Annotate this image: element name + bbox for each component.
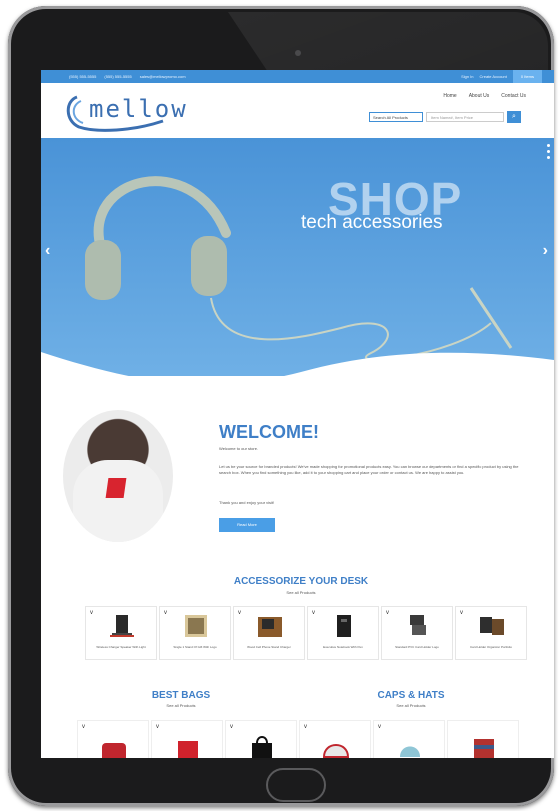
product-card[interactable]: v [151, 720, 223, 758]
red-duffel-image [102, 743, 126, 758]
bags-section-title: BEST BAGS [151, 690, 211, 701]
portfolio-image [480, 617, 504, 635]
product-card[interactable]: v [373, 720, 445, 758]
desk-see-all-link[interactable]: See all Products [181, 590, 421, 595]
chevron-down-icon: v [90, 610, 93, 616]
red-bag-image [178, 741, 198, 758]
bags-see-all-link[interactable]: See all Products [111, 703, 251, 708]
search-input[interactable]: Item Name#, Item Price [426, 112, 504, 122]
product-card[interactable]: v Wood Cell Phone Stand Charger [233, 606, 305, 660]
product-name: Single 1 Stand Of Gift With Logo [173, 645, 217, 649]
logo-text: mellow [89, 95, 188, 123]
home-button[interactable] [266, 768, 326, 802]
caps-see-all-link[interactable]: See all Products [341, 703, 481, 708]
welcome-intro: Welcome to our store. [219, 446, 259, 451]
tablet-device: (555) 555-5555 (555) 555-5555 sales@mell… [8, 6, 554, 806]
mellow-logo[interactable]: mellow [63, 91, 186, 133]
slider-prev-icon[interactable]: ‹ [45, 242, 50, 260]
chevron-down-icon: v [82, 724, 85, 730]
product-card[interactable]: v [299, 720, 371, 758]
read-more-button[interactable]: Read More [219, 518, 275, 532]
search-bar: Search All Products Item Name#, Item Pri… [369, 111, 521, 123]
chevron-down-icon: v [386, 610, 389, 616]
bags-caps-products: v v v v v [77, 720, 519, 758]
chevron-down-icon: v [378, 724, 381, 730]
slider-next-icon[interactable]: › [543, 242, 548, 260]
top-bar: (555) 555-5555 (555) 555-5555 sales@mell… [41, 70, 554, 83]
search-button[interactable]: ⌕ [507, 111, 521, 123]
product-card[interactable]: v Single 1 Stand Of Gift With Logo [159, 606, 231, 660]
chevron-down-icon: v [164, 610, 167, 616]
wood-box-image [258, 617, 282, 637]
nav-home[interactable]: Home [443, 93, 456, 99]
sign-in-link[interactable]: Sign In [461, 74, 473, 79]
slider-dot[interactable] [547, 144, 550, 147]
desk-section-title: ACCESSORIZE YOUR DESK [233, 576, 369, 587]
site-header: mellow Home About Us Contact Us Search A… [41, 83, 554, 138]
phone-stand-image [110, 615, 134, 637]
patterned-hat-image [474, 739, 494, 758]
create-account-link[interactable]: Create Account [480, 74, 507, 79]
hero-banner[interactable]: SHOP tech accessories ‹ › [41, 138, 554, 376]
chevron-down-icon: v [312, 610, 315, 616]
welcome-thanks: Thank you and enjoy your visit! [219, 500, 275, 505]
chevron-down-icon: v [230, 724, 233, 730]
product-card[interactable]: v Executive Notebook With Pen [307, 606, 379, 660]
photo-frame-image [185, 615, 207, 637]
product-name: Wood Cell Phone Stand Charger [247, 645, 291, 649]
product-card[interactable] [447, 720, 519, 758]
product-name: Card Holder Organizer Portfolio [469, 645, 513, 649]
product-name: Wireless Charger Speaker With Light [96, 645, 146, 649]
slider-dot[interactable] [547, 150, 550, 153]
cart-button[interactable]: 0 Items [512, 70, 542, 83]
hero-subtitle: tech accessories [301, 212, 443, 233]
bucket-hat-image [400, 746, 420, 757]
product-name: Standard PVC Card Holder Logo [395, 645, 439, 649]
chevron-down-icon: v [460, 610, 463, 616]
cap-image [322, 744, 350, 758]
chevron-down-icon: v [156, 724, 159, 730]
card-holder-image [410, 615, 426, 635]
shirt-logo [105, 478, 127, 498]
search-category-select[interactable]: Search All Products [369, 112, 423, 122]
black-tote-image [252, 736, 272, 758]
camera-icon [295, 50, 301, 56]
main-nav: Home About Us Contact Us [443, 93, 526, 99]
notebook-image [337, 615, 351, 637]
caps-section-title: CAPS & HATS [377, 690, 445, 701]
search-icon: ⌕ [512, 113, 516, 120]
fax-text: (555) 555-5555 [104, 74, 132, 79]
slider-dot[interactable] [547, 156, 550, 159]
product-card[interactable]: v Standard PVC Card Holder Logo [381, 606, 453, 660]
product-card[interactable]: v Wireless Charger Speaker With Light [85, 606, 157, 660]
product-name: Executive Notebook With Pen [323, 645, 363, 649]
hero-wave [41, 352, 554, 376]
nav-about[interactable]: About Us [469, 93, 490, 99]
slider-dots [547, 144, 550, 159]
chevron-down-icon: v [304, 724, 307, 730]
welcome-title: WELCOME! [219, 422, 319, 442]
desk-products: v Wireless Charger Speaker With Light v … [85, 606, 527, 660]
welcome-body: Let us be your source for branded produc… [219, 464, 519, 475]
nav-contact[interactable]: Contact Us [501, 93, 526, 99]
phone-text: (555) 555-5555 [69, 74, 97, 79]
email-link[interactable]: sales@mellowpromo.com [140, 74, 186, 79]
tshirt-image [73, 460, 163, 542]
website-screen: (555) 555-5555 (555) 555-5555 sales@mell… [41, 70, 554, 758]
product-card[interactable]: v [77, 720, 149, 758]
product-card[interactable]: v [225, 720, 297, 758]
product-card[interactable]: v Card Holder Organizer Portfolio [455, 606, 527, 660]
welcome-photo [63, 410, 173, 542]
chevron-down-icon: v [238, 610, 241, 616]
